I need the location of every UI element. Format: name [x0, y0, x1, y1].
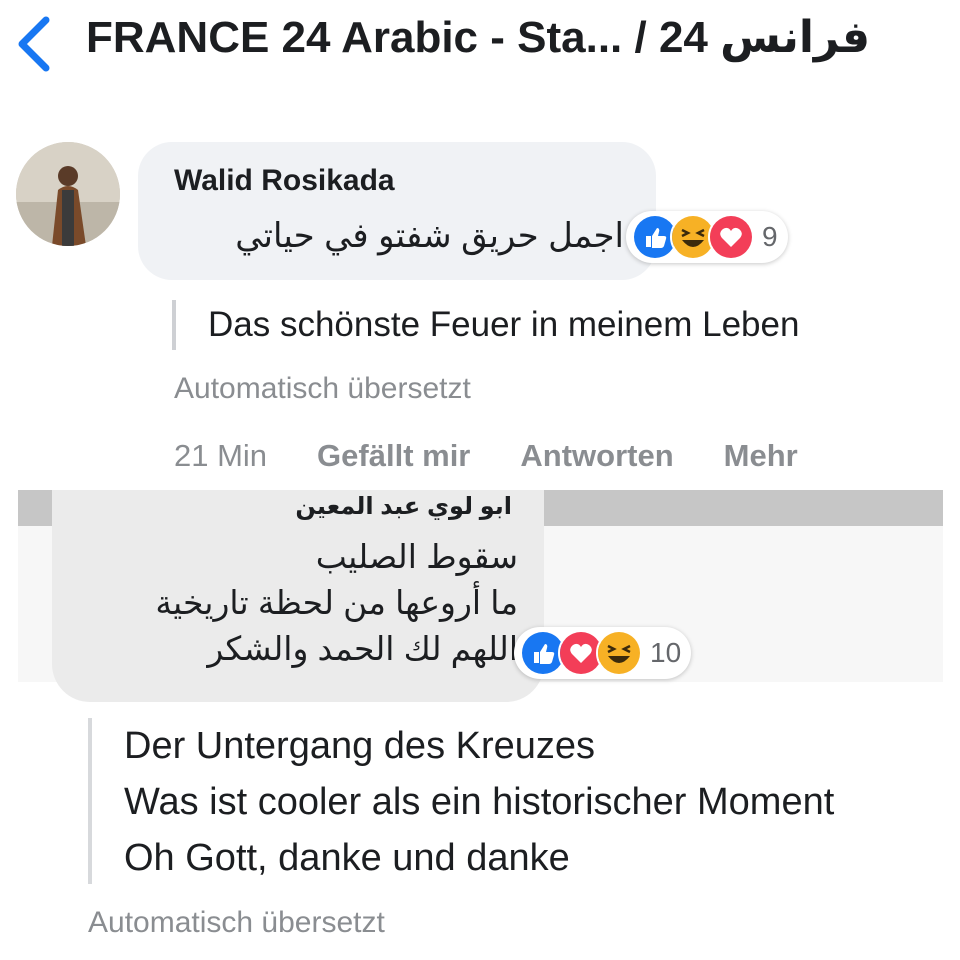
comment-bubble[interactable]: Walid Rosikada اجمل حريق شفتو في حياتي: [138, 142, 656, 280]
translated-text: Der Untergang des Kreuzes Was ist cooler…: [88, 718, 834, 884]
comment-author[interactable]: ابو لوي عبد المعين: [295, 492, 512, 521]
translated-text: Das schönste Feuer in meinem Leben: [172, 300, 799, 350]
comment-actions: 21 Min Gefällt mir Antworten Mehr: [174, 438, 848, 478]
avatar[interactable]: [16, 142, 120, 246]
reaction-count: 10: [650, 637, 682, 668]
translated-line: Oh Gott, danke und danke: [124, 837, 570, 879]
comment-line: سقوط الصليب: [315, 538, 518, 575]
comment-line: ما أروعها من لحظة تاريخية: [155, 584, 518, 621]
auto-translated-label[interactable]: Automatisch übersetzt: [174, 372, 471, 406]
reaction-count: 9: [762, 221, 778, 252]
translated-line: Was ist cooler als ein historischer Mome…: [124, 781, 835, 823]
more-button[interactable]: Mehr: [724, 438, 798, 478]
chevron-left-icon: [18, 16, 50, 72]
like-button[interactable]: Gefällt mir: [317, 438, 470, 478]
page-header: FRANCE 24 Arabic - Sta... / فرانس 24: [0, 0, 960, 80]
embedded-comment-panel: ابو لوي عبد المعين سقوط الصليب ما أروعها…: [18, 490, 943, 702]
auto-translated-label[interactable]: Automatisch übersetzt: [88, 906, 385, 940]
comment-bubble[interactable]: ابو لوي عبد المعين سقوط الصليب ما أروعها…: [52, 490, 544, 702]
haha-icon: [596, 630, 642, 676]
comment-line: اللهم لك الحمد والشكر: [207, 630, 518, 667]
love-icon: [708, 214, 754, 260]
reactions-summary[interactable]: 10: [514, 627, 692, 679]
comment-time[interactable]: 21 Min: [174, 438, 267, 478]
page-title: FRANCE 24 Arabic - Sta... / فرانس 24: [86, 13, 871, 62]
comment-author[interactable]: Walid Rosikada: [174, 164, 395, 198]
back-button[interactable]: [12, 12, 56, 72]
comment-text: اجمل حريق شفتو في حياتي: [235, 217, 624, 255]
reactions-summary[interactable]: 9: [626, 211, 788, 263]
translated-line: Der Untergang des Kreuzes: [124, 725, 596, 767]
reply-button[interactable]: Antworten: [520, 438, 673, 478]
comment-text: سقوط الصليب ما أروعها من لحظة تاريخية ال…: [155, 534, 518, 672]
